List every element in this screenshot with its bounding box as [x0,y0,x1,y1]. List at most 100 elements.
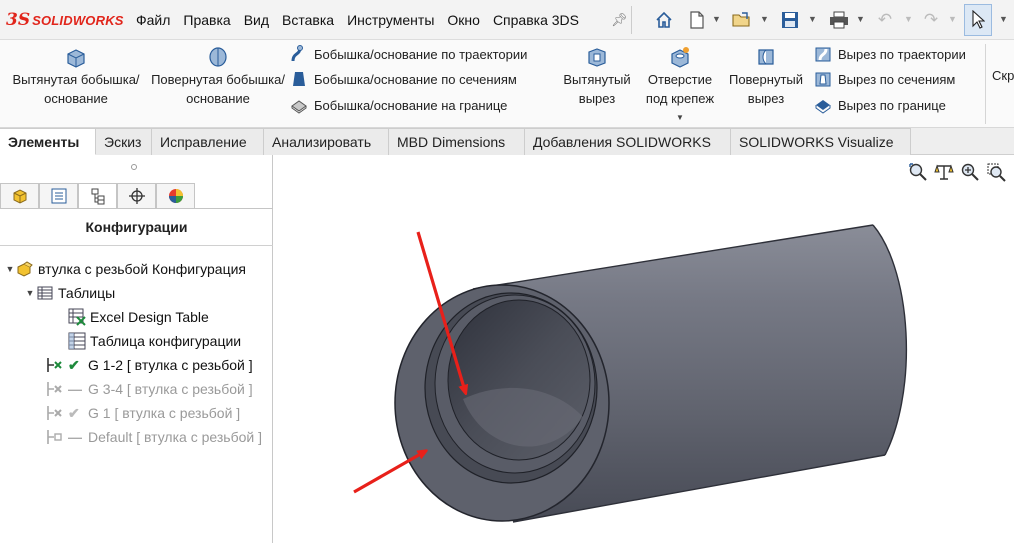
undo-dropdown-chevron-icon[interactable]: ▼ [904,14,913,24]
configuration-manager-tab[interactable] [78,183,117,209]
menu-edit[interactable]: Правка [183,12,230,28]
configuration-manager-icon [91,188,104,205]
select-cursor-button[interactable] [964,4,992,36]
tree-configuration-table[interactable]: Таблица конфигурации [68,329,241,353]
ribbon-separator [985,44,986,124]
boundary-cut-icon [815,100,831,114]
save-icon[interactable] [778,8,802,32]
undo-icon[interactable]: ↶ [874,8,896,32]
hole-wizard-chevron-icon[interactable]: ▼ [638,108,722,127]
tree-root[interactable]: ▼ втулка с резьбой Конфигурация [4,257,246,281]
feature-ribbon: Вытянутая бобышка/основание Повернутая б… [0,40,1014,128]
solidworks-logo[interactable]: 3S SOLIDWORKS [6,10,124,30]
tree-excel-design-table[interactable]: Excel Design Table [68,305,209,329]
excel-table-icon [68,308,86,326]
open-dropdown-chevron-icon[interactable]: ▼ [760,14,769,24]
home-icon[interactable] [652,8,676,32]
configuration-label: G 1 [ втулка с резьбой ] [88,405,241,421]
tables-folder-icon [36,284,54,302]
menu-tools[interactable]: Инструменты [347,12,434,28]
tab-evaluate-fix[interactable]: Исправление [152,128,264,155]
dimxpert-tab[interactable] [117,183,156,209]
menu-file[interactable]: Файл [136,12,170,28]
revolved-cut-icon [758,49,774,65]
configuration-item[interactable]: ✔ G 1-2 [ втулка с резьбой ] [46,353,253,377]
boundary-boss-icon [291,100,307,114]
tree-excel-label: Excel Design Table [90,309,209,325]
hole-wizard-button[interactable]: Отверстие под крепеж ▼ [638,46,722,127]
print-dropdown-chevron-icon[interactable]: ▼ [856,14,865,24]
toolbar-separator [631,6,632,34]
pin-menu-icon[interactable]: 📌︎ [611,12,628,28]
panel-grip-handle[interactable] [131,164,137,170]
part-model-bushing[interactable] [273,155,1014,543]
select-dropdown-chevron-icon[interactable]: ▼ [999,14,1008,24]
redo-dropdown-chevron-icon[interactable]: ▼ [948,14,957,24]
lofted-cut-icon [815,72,831,87]
swept-boss-button[interactable]: Бобышка/основание по траектории [290,45,527,63]
revolved-boss-label: Повернутая бобышка/основание [151,72,285,106]
configuration-item[interactable]: — Default [ втулка с резьбой ] [46,425,262,449]
menu-insert[interactable]: Вставка [282,12,334,28]
menu-window[interactable]: Окно [447,12,480,28]
boundary-cut-button[interactable]: Вырез по границе [814,96,946,114]
revolved-boss-icon [209,47,227,67]
feature-manager-icon [13,189,26,204]
revolved-cut-label: Повернутый вырез [728,72,804,106]
open-folder-icon[interactable] [730,8,754,32]
new-dropdown-chevron-icon[interactable]: ▼ [712,14,721,24]
lofted-boss-button[interactable]: Бобышка/основание по сечениям [290,70,517,88]
configuration-icon [46,428,64,446]
configuration-item[interactable]: ✔ G 1 [ втулка с резьбой ] [46,401,240,425]
annotation-arrow-thread [353,452,424,494]
brand-name: SOLIDWORKS [32,12,124,28]
configuration-label: G 3-4 [ втулка с резьбой ] [88,381,253,397]
expand-chevron-icon[interactable]: ▼ [4,264,16,274]
inactive-dash-icon: — [68,381,82,397]
feature-manager-tab[interactable] [0,183,39,209]
expand-chevron-icon[interactable]: ▼ [24,288,36,298]
lofted-boss-icon [293,72,305,86]
tab-analyze[interactable]: Анализировать [264,128,389,155]
tab-mbd-dimensions[interactable]: MBD Dimensions [389,128,525,155]
boundary-cut-label: Вырез по границе [838,97,946,113]
property-manager-tab[interactable] [39,183,78,209]
swept-cut-button[interactable]: Вырез по траектории [814,45,966,63]
print-icon[interactable] [826,8,852,32]
inactive-dash-icon: — [68,429,82,445]
tab-sketch[interactable]: Эскиз [96,128,152,155]
menu-view[interactable]: Вид [244,12,269,28]
extruded-cut-icon [588,48,606,67]
menu-help[interactable]: Справка 3DS [493,12,579,28]
tab-solidworks-addins[interactable]: Добавления SOLIDWORKS [525,128,731,155]
extruded-cut-button[interactable]: Вытянутый вырез [558,46,636,108]
configuration-manager-panel: Конфигурации ▼ втулка с резьбой Конфигур… [0,155,273,543]
extruded-boss-label: Вытянутая бобышка/основание [12,72,140,106]
configuration-table-icon [68,332,86,350]
dimxpert-icon [128,188,145,204]
save-dropdown-chevron-icon[interactable]: ▼ [808,14,817,24]
tree-config-table-label: Таблица конфигурации [90,333,242,349]
redo-icon[interactable]: ↷ [920,8,942,32]
display-manager-icon [168,189,183,203]
ribbon-truncated-button[interactable]: Скр [992,68,1014,83]
revolved-boss-button[interactable]: Повернутая бобышка/основание [150,46,286,108]
graphics-viewport[interactable] [273,155,1014,543]
tab-solidworks-visualize[interactable]: SOLIDWORKS Visualize [731,128,911,155]
boundary-boss-button[interactable]: Бобышка/основание на границе [290,96,507,114]
tree-root-label: втулка с резьбой Конфигурация [38,261,247,277]
configuration-label: Default [ втулка с резьбой ] [88,429,262,445]
new-document-icon[interactable] [686,8,708,32]
configuration-icon [46,356,64,374]
tab-features[interactable]: Элементы [0,128,96,155]
configuration-icon [46,404,64,422]
revolved-cut-button[interactable]: Повернутый вырез [724,46,808,108]
configuration-item[interactable]: — G 3-4 [ втулка с резьбой ] [46,377,253,401]
display-manager-tab[interactable] [156,183,195,209]
boundary-boss-label: Бобышка/основание на границе [314,97,508,113]
tree-tables-folder[interactable]: ▼ Таблицы [24,281,116,305]
property-manager-icon [51,188,66,204]
extruded-boss-button[interactable]: Вытянутая бобышка/основание [8,46,144,108]
part-icon [16,260,34,278]
lofted-cut-button[interactable]: Вырез по сечениям [814,70,955,88]
